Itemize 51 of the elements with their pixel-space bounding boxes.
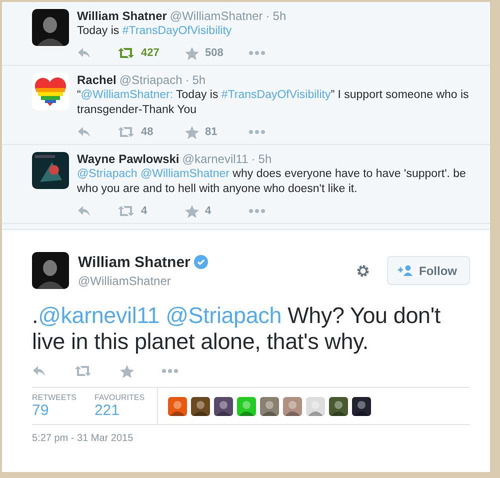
- favourite-button[interactable]: 81: [185, 126, 249, 138]
- star-icon: [185, 46, 199, 60]
- separator-dot: ·: [266, 9, 270, 23]
- stat-value[interactable]: 221: [94, 402, 145, 420]
- retweet-icon: [117, 205, 135, 217]
- retweet-icon: [117, 47, 135, 59]
- tweet-text: Today is #TransDayOfVisibility: [77, 24, 233, 39]
- stat-label: RETWEETS: [32, 392, 76, 402]
- tweet-time[interactable]: 5h: [272, 9, 286, 23]
- author-name[interactable]: Wayne Pawlowski: [77, 152, 180, 166]
- settings-icon[interactable]: [356, 264, 370, 278]
- author-handle[interactable]: @WilliamShatner: [78, 274, 347, 288]
- tweet-text: “@WilliamShatner: Today is #TransDayOfVisibility” I support someone who is transgender-Thank You: [77, 88, 470, 118]
- separator-dot: ·: [251, 152, 256, 166]
- stat-value[interactable]: 79: [32, 402, 76, 420]
- author-name[interactable]: William Shatner: [77, 9, 167, 23]
- mention-link[interactable]: @karnevil11: [38, 303, 160, 328]
- tweet-text: @Striapach @WilliamShatner why does everyone have to have 'support'. be who you are and to hell with anyone who doesn't like it.: [77, 167, 467, 197]
- author-handle[interactable]: @Striapach: [119, 73, 182, 87]
- tweet-timestamp: 5:27 pm - 31 Mar 2015: [32, 433, 134, 444]
- mention-link[interactable]: @Striapach: [166, 303, 282, 328]
- retweet-icon: [117, 126, 135, 138]
- star-icon: [185, 126, 199, 138]
- reply-icon: [77, 205, 91, 217]
- follow-button[interactable]: Follow: [387, 256, 470, 285]
- favourite-button[interactable]: 508: [185, 46, 249, 60]
- retweet-button[interactable]: 427: [117, 47, 185, 59]
- retweet-icon: [74, 365, 92, 377]
- author-name[interactable]: Rachel: [77, 73, 116, 87]
- star-icon: [185, 204, 199, 218]
- favourite-button[interactable]: 4: [185, 204, 249, 218]
- mention-link[interactable]: @WilliamShatner:: [80, 89, 174, 101]
- author-handle[interactable]: @karnevil11: [182, 152, 248, 166]
- retweet-button[interactable]: 48: [117, 126, 185, 138]
- reply-icon: [32, 365, 46, 377]
- add-user-icon: [398, 265, 413, 276]
- mention-link[interactable]: #TransDayOfVisibility: [122, 25, 232, 37]
- separator-dot: ·: [185, 73, 190, 87]
- author-handle[interactable]: @WilliamShatner: [170, 9, 263, 23]
- retweet-button[interactable]: 4: [117, 205, 185, 217]
- mention-link[interactable]: @WilliamShatner: [140, 168, 230, 180]
- tweet-text: .@karnevil11 @Striapach Why? You don't live in this planet alone, that's why.: [32, 303, 442, 355]
- reply-icon: [77, 126, 91, 138]
- mention-link[interactable]: #TransDayOfVisibility: [221, 89, 331, 101]
- tweet-time[interactable]: 5h: [258, 152, 272, 166]
- stat-label: FAVOURITES: [94, 392, 145, 402]
- author-name[interactable]: William Shatner: [78, 254, 190, 270]
- tweet-time[interactable]: 5h: [192, 73, 206, 87]
- star-icon: [120, 364, 134, 378]
- mention-link[interactable]: @Striapach: [77, 168, 138, 180]
- reply-icon: [77, 47, 91, 59]
